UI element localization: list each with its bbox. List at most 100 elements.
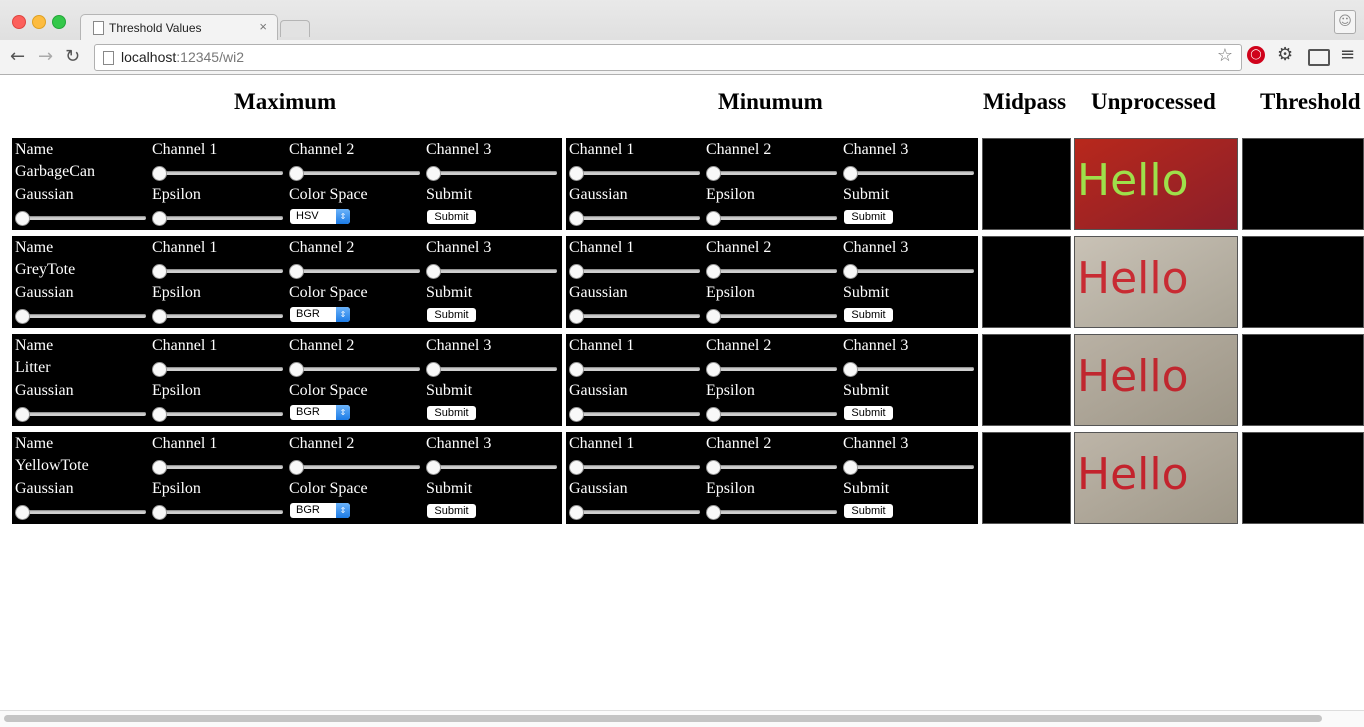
browser-tab[interactable]: Threshold Values ×	[80, 14, 278, 41]
submit-label: Submit	[843, 382, 890, 399]
submit-label: Submit	[426, 284, 473, 301]
max-submit-button[interactable]: Submit	[427, 308, 476, 322]
channel-3-label: Channel 3	[843, 141, 909, 158]
max-channel-2-slider[interactable]	[289, 264, 420, 279]
min-channel-3-slider[interactable]	[843, 166, 974, 181]
max-channel-2-slider[interactable]	[289, 460, 420, 475]
max-epsilon-slider[interactable]	[152, 407, 283, 422]
forward-arrow-icon[interactable]: →	[38, 46, 53, 67]
max-epsilon-slider[interactable]	[152, 505, 283, 520]
minimum-panel: Channel 1 Channel 2 Channel 3 Gaussian E…	[566, 138, 978, 230]
min-gaussian-slider[interactable]	[569, 211, 700, 226]
page-icon	[93, 21, 104, 35]
minimize-window-button[interactable]	[32, 15, 46, 29]
max-submit-button[interactable]: Submit	[427, 406, 476, 420]
star-icon[interactable]: ☆	[1217, 45, 1233, 66]
epsilon-label: Epsilon	[706, 480, 755, 497]
submit-label: Submit	[426, 382, 473, 399]
menu-icon[interactable]: ≡	[1340, 44, 1355, 65]
channel-1-label: Channel 1	[152, 141, 218, 158]
min-channel-1-slider[interactable]	[569, 460, 700, 475]
min-submit-button[interactable]: Submit	[844, 406, 893, 420]
min-channel-3-slider[interactable]	[843, 460, 974, 475]
close-window-button[interactable]	[12, 15, 26, 29]
hello-camera-image: Hello	[1075, 139, 1237, 229]
min-channel-2-slider[interactable]	[706, 362, 837, 377]
max-channel-1-slider[interactable]	[152, 362, 283, 377]
max-epsilon-slider[interactable]	[152, 309, 283, 324]
min-channel-3-slider[interactable]	[843, 264, 974, 279]
horizontal-scrollbar[interactable]	[0, 710, 1364, 727]
min-channel-2-slider[interactable]	[706, 264, 837, 279]
min-gaussian-slider[interactable]	[569, 309, 700, 324]
new-tab-button[interactable]	[280, 20, 310, 37]
channel-3-label: Channel 3	[426, 141, 492, 158]
min-channel-3-slider[interactable]	[843, 362, 974, 377]
min-channel-1-slider[interactable]	[569, 264, 700, 279]
channel-2-label: Channel 2	[706, 435, 772, 452]
min-channel-2-slider[interactable]	[706, 460, 837, 475]
max-channel-3-slider[interactable]	[426, 362, 557, 377]
select-arrows-icon: ⇕	[336, 503, 350, 518]
min-gaussian-slider[interactable]	[569, 407, 700, 422]
back-arrow-icon[interactable]: ←	[10, 46, 25, 67]
min-epsilon-slider[interactable]	[706, 407, 837, 422]
max-channel-1-slider[interactable]	[152, 264, 283, 279]
threshold-row-yellowtote: Name YellowTote Channel 1 Channel 2 Chan…	[0, 432, 1364, 526]
stop-extension-icon[interactable]: ◯	[1247, 46, 1265, 64]
max-gaussian-slider[interactable]	[15, 309, 146, 324]
max-gaussian-slider[interactable]	[15, 211, 146, 226]
hello-camera-image: Hello	[1075, 335, 1237, 425]
maximum-panel: Name YellowTote Channel 1 Channel 2 Chan…	[12, 432, 562, 524]
channel-3-label: Channel 3	[426, 239, 492, 256]
color-space-select[interactable]: BGR ⇕	[290, 405, 350, 420]
epsilon-label: Epsilon	[152, 186, 201, 203]
url-text[interactable]: localhost:12345/wi2	[121, 49, 244, 65]
midpass-image	[982, 334, 1071, 426]
max-gaussian-slider[interactable]	[15, 505, 146, 520]
name-label: Name	[15, 141, 54, 158]
min-gaussian-slider[interactable]	[569, 505, 700, 520]
max-gaussian-slider[interactable]	[15, 407, 146, 422]
min-submit-button[interactable]: Submit	[844, 308, 893, 322]
color-space-select[interactable]: BGR ⇕	[290, 307, 350, 322]
epsilon-label: Epsilon	[706, 382, 755, 399]
min-submit-button[interactable]: Submit	[844, 504, 893, 518]
min-channel-1-slider[interactable]	[569, 166, 700, 181]
address-bar[interactable]: localhost:12345/wi2 ☆	[94, 44, 1242, 71]
min-epsilon-slider[interactable]	[706, 309, 837, 324]
min-channel-1-slider[interactable]	[569, 362, 700, 377]
horizontal-scrollbar-thumb[interactable]	[4, 715, 1322, 722]
channel-2-label: Channel 2	[706, 141, 772, 158]
color-space-select[interactable]: HSV ⇕	[290, 209, 350, 224]
max-channel-3-slider[interactable]	[426, 166, 557, 181]
max-epsilon-slider[interactable]	[152, 211, 283, 226]
max-submit-button[interactable]: Submit	[427, 210, 476, 224]
max-channel-2-slider[interactable]	[289, 362, 420, 377]
min-channel-2-slider[interactable]	[706, 166, 837, 181]
zoom-window-button[interactable]	[52, 15, 66, 29]
max-channel-1-slider[interactable]	[152, 166, 283, 181]
reload-icon[interactable]: ↻	[65, 46, 80, 67]
tab-close-icon[interactable]: ×	[259, 19, 267, 34]
cast-icon[interactable]	[1308, 49, 1330, 66]
image-hello-text: Hello	[1077, 253, 1189, 304]
channel-1-label: Channel 1	[569, 239, 635, 256]
color-space-select[interactable]: BGR ⇕	[290, 503, 350, 518]
select-arrows-icon: ⇕	[336, 209, 350, 224]
gear-icon[interactable]: ⚙	[1277, 44, 1293, 65]
min-epsilon-slider[interactable]	[706, 505, 837, 520]
min-submit-button[interactable]: Submit	[844, 210, 893, 224]
max-channel-1-slider[interactable]	[152, 460, 283, 475]
max-channel-3-slider[interactable]	[426, 460, 557, 475]
gaussian-label: Gaussian	[569, 480, 628, 497]
header-unprocessed: Unprocessed	[1091, 89, 1216, 114]
max-channel-2-slider[interactable]	[289, 166, 420, 181]
channel-2-label: Channel 2	[706, 239, 772, 256]
max-submit-button[interactable]: Submit	[427, 504, 476, 518]
min-epsilon-slider[interactable]	[706, 211, 837, 226]
threshold-image	[1242, 334, 1364, 426]
channel-1-label: Channel 1	[569, 435, 635, 452]
profile-icon[interactable]: ☺	[1334, 10, 1356, 34]
max-channel-3-slider[interactable]	[426, 264, 557, 279]
